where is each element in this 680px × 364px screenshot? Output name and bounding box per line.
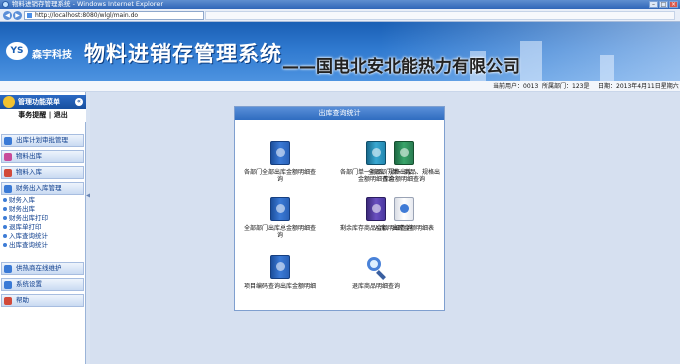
- query-item-label: 项目编码查询出库金额明细: [244, 283, 317, 290]
- sidebar-item-return-print[interactable]: 退库单打印: [3, 223, 42, 231]
- magnifier-lens: [367, 257, 381, 271]
- company-logo-icon: YS: [6, 42, 28, 60]
- tower-graphic: [520, 41, 542, 81]
- current-user: 当前用户：0013: [493, 83, 539, 90]
- menu-icon: [3, 96, 15, 108]
- section-icon: [4, 169, 12, 177]
- sidebar-section-help[interactable]: 帮助: [1, 294, 84, 307]
- section-label: 系统设置: [16, 280, 42, 288]
- menu-header: 管理功能菜单 «: [0, 95, 86, 109]
- section-icon: [4, 185, 12, 193]
- book-icon: [394, 197, 414, 221]
- window-controls: – □ ×: [649, 1, 678, 8]
- sidebar-item-in-stats[interactable]: 入库查询统计: [3, 232, 48, 240]
- query-item-label: 退库商品明细查询: [351, 283, 400, 290]
- minimize-button[interactable]: –: [649, 1, 658, 8]
- company-name: ——国电北安北能热力有限公司: [282, 57, 520, 77]
- back-icon[interactable]: ◀: [3, 11, 12, 20]
- section-label: 物料出库: [16, 152, 42, 160]
- collapse-icon[interactable]: «: [75, 98, 83, 106]
- logo-name: 森宇科技: [32, 50, 72, 61]
- url-text: http://localhost:8080/wlgl/main.do: [35, 12, 139, 19]
- magnifier-handle: [376, 270, 386, 280]
- query-item-label: 全部部门出库总金额明细查询: [244, 225, 317, 239]
- menu-header-label: 管理功能菜单: [18, 98, 60, 106]
- book-icon: [270, 197, 290, 221]
- address-bar: ◀ ▶ http://localhost:8080/wlgl/main.do: [0, 9, 680, 22]
- query-item-label: 入库、出库金额明细表: [373, 225, 434, 232]
- query-item-dept-all-out[interactable]: 各部门全部出库金额明细查询: [244, 141, 316, 183]
- sidebar: 管理功能菜单 « 事务提醒 | 退出 出库计划审批管理 物料出库 物料入库 财务…: [0, 92, 86, 364]
- sidebar-item-finance-in[interactable]: 财务入库: [3, 196, 35, 204]
- help-icon: [4, 297, 12, 305]
- section-label: 财务出入库管理: [16, 184, 62, 192]
- panel-title: 出库查询统计: [235, 107, 444, 120]
- department: 所属部门：123是: [542, 83, 590, 90]
- section-label: 出库计划审批管理: [16, 136, 68, 144]
- sidebar-section-material-in[interactable]: 物料入库: [1, 166, 84, 179]
- system-title: 物料进销存管理系统: [84, 42, 282, 66]
- query-item-all-dept-single-out[interactable]: 全部部门单一商品、规格出库金额明细查询: [368, 141, 440, 183]
- book-icon: [394, 141, 414, 165]
- sidebar-section-settings[interactable]: 系统设置: [1, 278, 84, 291]
- sidebar-section-supplier[interactable]: 供热商在线维护: [1, 262, 84, 275]
- maximize-button[interactable]: □: [659, 1, 668, 8]
- sidebar-section-plan-approval[interactable]: 出库计划审批管理: [1, 134, 84, 147]
- sidebar-section-finance[interactable]: 财务出入库管理: [1, 182, 84, 195]
- user-info-bar: 当前用户：0013 所属部门：123是 日期：2013年4月11日星期六: [0, 81, 680, 92]
- query-item-in-out-detail[interactable]: 入库、出库金额明细表: [368, 197, 440, 232]
- sidebar-item-finance-out-print[interactable]: 财务出库打印: [3, 214, 48, 222]
- outbound-query-panel: 出库查询统计 各部门全部出库金额明细查询 各部门单一商品、规格出库金额明细查询 …: [234, 106, 445, 311]
- sidebar-item-finance-out[interactable]: 财务出库: [3, 205, 35, 213]
- tower-graphic: [600, 55, 614, 81]
- section-label: 供热商在线维护: [16, 264, 62, 272]
- address-bar-tail: [205, 11, 675, 20]
- ie-icon: [2, 1, 9, 8]
- query-item-project-code[interactable]: 项目编码查询出库金额明细: [244, 255, 316, 290]
- magnifier-icon: [364, 255, 388, 280]
- window-titlebar: 物料进销存管理系统 - Windows Internet Explorer – …: [0, 0, 680, 9]
- section-label: 物料入库: [16, 168, 42, 176]
- section-icon: [4, 265, 12, 273]
- query-item-return-goods[interactable]: 退库商品明细查询: [340, 255, 412, 290]
- sidebar-item-out-stats[interactable]: 出库查询统计: [3, 241, 48, 249]
- section-label: 帮助: [16, 296, 29, 304]
- query-item-label: 全部部门单一商品、规格出库金额明细查询: [368, 169, 441, 183]
- date: 日期：2013年4月11日星期六: [598, 83, 679, 90]
- url-input[interactable]: http://localhost:8080/wlgl/main.do: [24, 11, 204, 20]
- page-icon: [27, 13, 32, 18]
- window-title: 物料进销存管理系统 - Windows Internet Explorer: [12, 0, 163, 8]
- header-banner: YS 森宇科技 物料进销存管理系统 ——国电北安北能热力有限公司: [0, 22, 680, 81]
- section-icon: [4, 137, 12, 145]
- book-icon: [270, 255, 290, 279]
- close-button[interactable]: ×: [669, 1, 678, 8]
- query-item-label: 各部门全部出库金额明细查询: [244, 169, 317, 183]
- forward-icon[interactable]: ▶: [13, 11, 22, 20]
- section-icon: [4, 153, 12, 161]
- gear-icon: [4, 281, 12, 289]
- query-item-all-dept-total-out[interactable]: 全部部门出库总金额明细查询: [244, 197, 316, 239]
- sidebar-section-material-out[interactable]: 物料出库: [1, 150, 84, 163]
- user-actions[interactable]: 事务提醒 | 退出: [0, 109, 86, 122]
- book-icon: [270, 141, 290, 165]
